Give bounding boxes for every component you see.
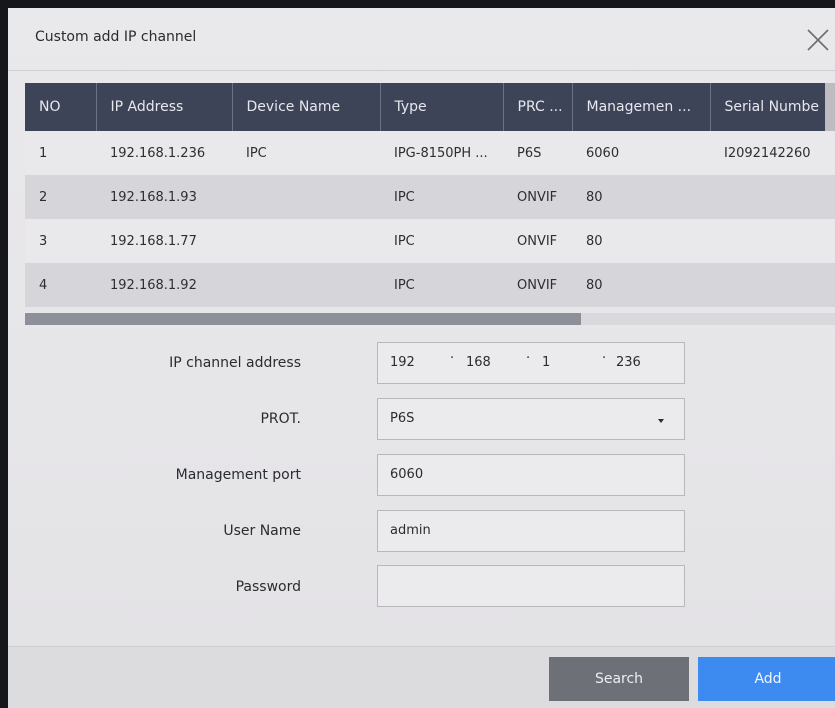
col-header-type[interactable]: Type bbox=[380, 83, 504, 131]
search-button[interactable]: Search bbox=[549, 657, 689, 701]
chevron-down-icon bbox=[658, 419, 664, 423]
ip-separator: · bbox=[450, 351, 455, 366]
cell-type: IPG-8150PH ... bbox=[394, 145, 488, 161]
ip-octet-3[interactable]: 1 bbox=[542, 355, 550, 370]
table-horizontal-scrollbar[interactable] bbox=[25, 313, 835, 325]
col-header-no[interactable]: NO bbox=[25, 83, 97, 131]
cell-serial-number bbox=[710, 175, 835, 219]
cell-protocol: ONVIF bbox=[517, 277, 558, 293]
ip-separator: · bbox=[526, 351, 531, 366]
cell-management-port: 80 bbox=[586, 233, 603, 249]
cell-device-name: IPC bbox=[246, 145, 267, 161]
user-name-label: User Name bbox=[223, 523, 301, 539]
cell-no: 3 bbox=[39, 233, 48, 249]
cell-device-name bbox=[232, 219, 380, 263]
cell-device-name bbox=[232, 263, 380, 307]
table-row[interactable]: 2 192.168.1.93 IPC ONVIF 80 bbox=[25, 175, 835, 219]
cell-type: IPC bbox=[394, 277, 415, 293]
cell-ip-address: 192.168.1.92 bbox=[110, 277, 197, 293]
management-port-value: 6060 bbox=[390, 467, 424, 482]
cell-serial-number bbox=[710, 263, 835, 307]
table-row[interactable]: 4 192.168.1.92 IPC ONVIF 80 bbox=[25, 263, 835, 307]
cell-no: 4 bbox=[39, 277, 48, 293]
cell-no: 2 bbox=[39, 189, 48, 205]
ip-octet-1[interactable]: 192 bbox=[390, 355, 415, 370]
ip-channel-address-field[interactable]: 192 · 168 · 1 · 236 bbox=[377, 342, 685, 384]
cell-ip-address: 192.168.1.77 bbox=[110, 233, 197, 249]
col-header-device-name[interactable]: Device Name bbox=[232, 83, 381, 131]
management-port-label: Management port bbox=[175, 467, 301, 483]
device-table: NO IP Address Device Name Type PRC ... M… bbox=[25, 83, 835, 307]
prot-selected-value: P6S bbox=[390, 411, 415, 426]
dialog-title: Custom add IP channel bbox=[35, 29, 197, 45]
password-label: Password bbox=[235, 579, 301, 595]
cell-ip-address: 192.168.1.93 bbox=[110, 189, 197, 205]
col-header-serial-number[interactable]: Serial Numbe bbox=[710, 83, 835, 131]
col-header-protocol[interactable]: PRC ... bbox=[503, 83, 573, 131]
ip-separator: · bbox=[602, 351, 607, 366]
prot-select[interactable]: P6S bbox=[377, 398, 685, 440]
dialog-footer: Search Add bbox=[8, 646, 835, 708]
prot-label: PROT. bbox=[260, 411, 301, 427]
ip-channel-address-label: IP channel address bbox=[169, 355, 301, 371]
cell-management-port: 6060 bbox=[586, 145, 620, 161]
user-name-value: admin bbox=[390, 523, 431, 538]
dialog-titlebar: Custom add IP channel bbox=[8, 8, 835, 71]
table-vertical-scrollbar[interactable] bbox=[825, 83, 835, 131]
cell-ip-address: 192.168.1.236 bbox=[110, 145, 206, 161]
horizontal-scrollbar-thumb[interactable] bbox=[25, 313, 581, 325]
cell-protocol: ONVIF bbox=[517, 189, 558, 205]
table-row[interactable]: 3 192.168.1.77 IPC ONVIF 80 bbox=[25, 219, 835, 263]
add-button[interactable]: Add bbox=[698, 657, 835, 701]
device-table-container: NO IP Address Device Name Type PRC ... M… bbox=[25, 83, 835, 324]
cell-serial-number bbox=[710, 219, 835, 263]
cell-management-port: 80 bbox=[586, 189, 603, 205]
cell-management-port: 80 bbox=[586, 277, 603, 293]
table-row[interactable]: 1 192.168.1.236 IPC IPG-8150PH ... P6S 6… bbox=[25, 131, 835, 175]
user-name-input[interactable]: admin bbox=[377, 510, 685, 552]
management-port-input[interactable]: 6060 bbox=[377, 454, 685, 496]
ip-octet-2[interactable]: 168 bbox=[466, 355, 491, 370]
cell-protocol: ONVIF bbox=[517, 233, 558, 249]
cell-type: IPC bbox=[394, 189, 415, 205]
cell-device-name bbox=[232, 175, 380, 219]
cell-no: 1 bbox=[39, 145, 48, 161]
ip-octet-4[interactable]: 236 bbox=[616, 355, 641, 370]
close-icon[interactable] bbox=[803, 25, 833, 55]
password-input[interactable] bbox=[377, 565, 685, 607]
cell-protocol: P6S bbox=[517, 145, 542, 161]
col-header-ip-address[interactable]: IP Address bbox=[96, 83, 233, 131]
table-header-row: NO IP Address Device Name Type PRC ... M… bbox=[25, 83, 835, 131]
custom-add-ip-channel-dialog: Custom add IP channel NO IP Address Devi… bbox=[8, 8, 835, 708]
cell-type: IPC bbox=[394, 233, 415, 249]
col-header-management-port[interactable]: Managemen ... bbox=[572, 83, 711, 131]
cell-serial-number: I2092142260 bbox=[724, 145, 811, 161]
